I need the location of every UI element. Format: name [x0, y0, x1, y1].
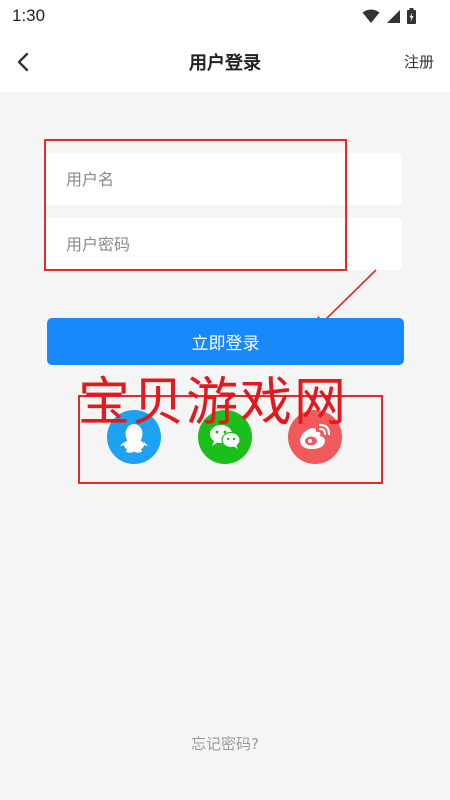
login-button[interactable]: 立即登录: [47, 318, 404, 365]
qq-login-button[interactable]: [107, 410, 161, 464]
status-icons: [362, 8, 416, 24]
wechat-login-button[interactable]: [198, 410, 252, 464]
battery-icon: [407, 8, 416, 24]
register-link[interactable]: 注册: [404, 51, 434, 72]
weibo-login-button[interactable]: [288, 410, 342, 464]
wechat-icon: [210, 425, 241, 449]
username-input[interactable]: [46, 153, 402, 205]
qq-icon: [120, 424, 148, 453]
username-field-container: [46, 153, 402, 205]
status-bar: 1:30: [0, 0, 450, 32]
wifi-icon: [362, 9, 380, 23]
status-time: 1:30: [12, 6, 46, 25]
password-input[interactable]: [46, 218, 402, 270]
weibo-icon: [300, 423, 331, 449]
nav-bar: 用户登录 注册: [0, 32, 450, 92]
signal-icon: [387, 9, 400, 23]
page-title: 用户登录: [189, 53, 261, 74]
forgot-password-link[interactable]: 忘记密码?: [0, 733, 450, 754]
password-field-container: [46, 218, 402, 270]
